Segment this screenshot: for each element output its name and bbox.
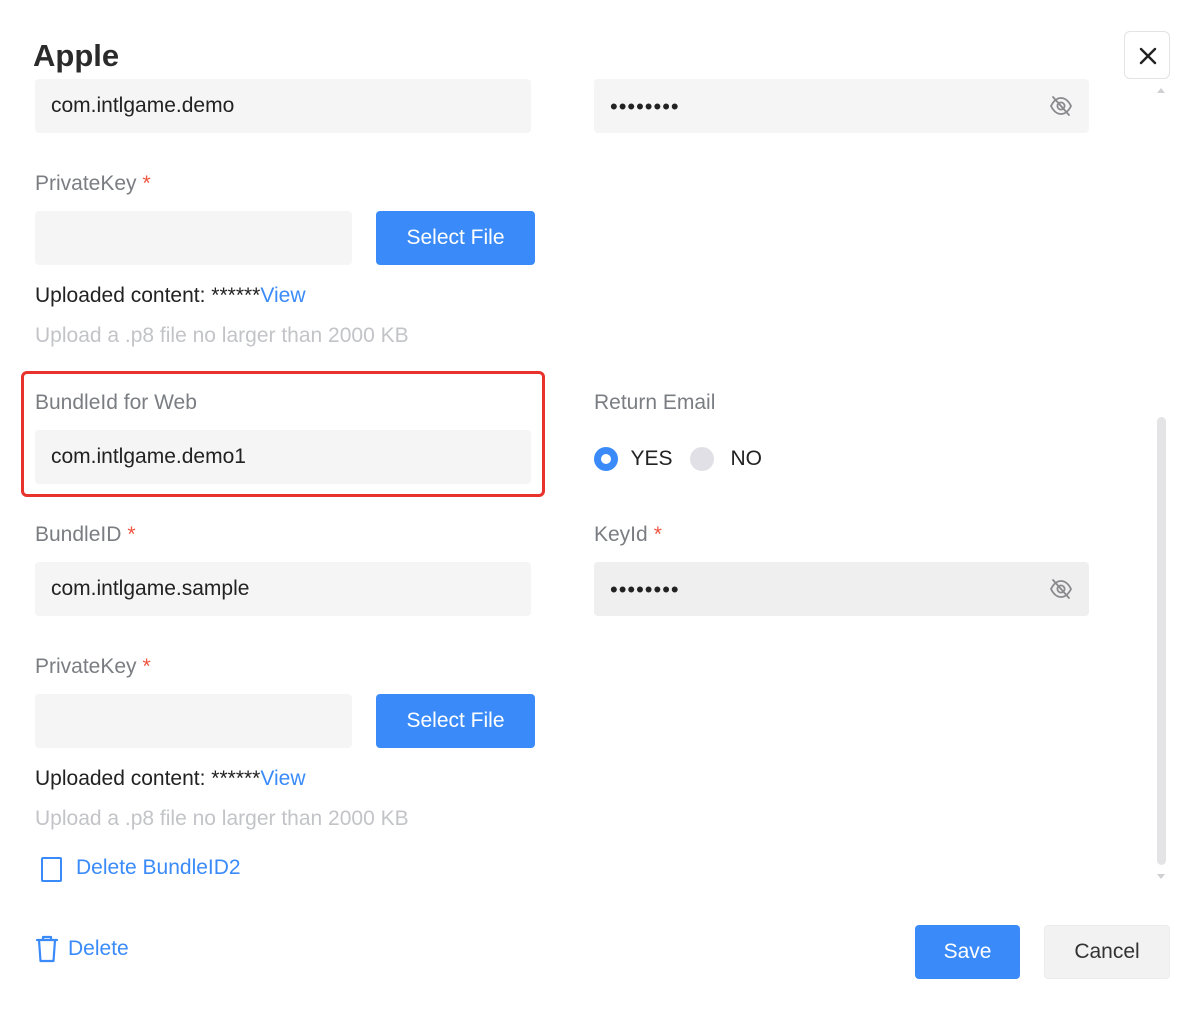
keyid-2-input[interactable]: •••••••• (594, 562, 1089, 616)
private-key-2-hint: Upload a .p8 file no larger than 2000 KB (35, 807, 409, 830)
dialog-title: Apple (33, 38, 120, 73)
scroll-down-arrow[interactable] (1157, 874, 1165, 879)
delete-label: Delete (68, 937, 129, 960)
eye-off-icon[interactable] (1049, 578, 1073, 600)
eye-off-icon[interactable] (1049, 95, 1073, 117)
select-file-1-button[interactable]: Select File (376, 211, 535, 265)
save-button[interactable]: Save (915, 925, 1020, 979)
private-key-1-file-field[interactable] (35, 211, 352, 265)
uploaded-content-1: Uploaded content: ******View (35, 284, 306, 307)
bundle-id-1-input[interactable]: com.intlgame.demo (35, 79, 531, 133)
cancel-button[interactable]: Cancel (1044, 925, 1170, 979)
private-key-2-label: PrivateKey * (35, 655, 151, 678)
scroll-up-arrow[interactable] (1157, 88, 1165, 93)
return-email-label: Return Email (594, 391, 716, 414)
keyid-1-input[interactable]: •••••••• (594, 79, 1089, 133)
private-key-1-label: PrivateKey * (35, 172, 151, 195)
close-button[interactable] (1124, 31, 1170, 79)
web-bundle-input[interactable]: com.intlgame.demo1 (35, 430, 531, 484)
private-key-1-hint: Upload a .p8 file no larger than 2000 KB (35, 324, 409, 347)
bundle-id-2-label: BundleID * (35, 523, 136, 546)
keyid-1-masked: •••••••• (610, 94, 680, 119)
close-icon (1139, 47, 1157, 65)
web-bundle-label: BundleId for Web (35, 391, 197, 414)
checkbox-icon[interactable] (41, 857, 62, 882)
select-file-2-button[interactable]: Select File (376, 694, 535, 748)
return-email-yes-option[interactable]: YES (594, 447, 672, 471)
trash-icon (35, 935, 59, 963)
scrollbar-thumb[interactable] (1157, 417, 1166, 865)
view-1-link[interactable]: View (260, 284, 305, 307)
radio-icon[interactable] (594, 447, 618, 471)
private-key-2-file-field[interactable] (35, 694, 352, 748)
keyid-2-masked: •••••••• (610, 577, 680, 602)
return-email-no-option[interactable]: NO (690, 447, 762, 471)
delete-button[interactable]: Delete (35, 935, 129, 963)
bundle-id-2-input[interactable]: com.intlgame.sample (35, 562, 531, 616)
view-2-link[interactable]: View (260, 767, 305, 790)
uploaded-content-2: Uploaded content: ******View (35, 767, 306, 790)
delete-bundle-id-2-label[interactable]: Delete BundleID2 (76, 855, 241, 881)
radio-icon[interactable] (690, 447, 714, 471)
keyid-2-label: KeyId * (594, 523, 662, 546)
